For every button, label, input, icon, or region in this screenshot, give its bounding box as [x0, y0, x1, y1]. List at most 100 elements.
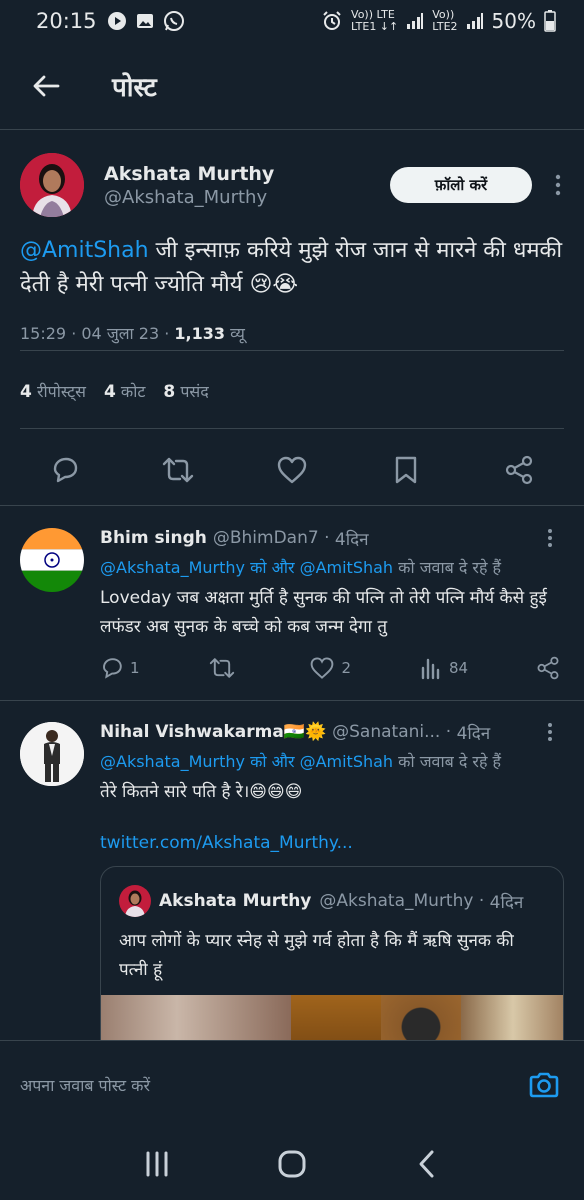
back-arrow-icon: [33, 75, 60, 96]
replying-to: @Akshata_Murthy को और @AmitShah को जवाब …: [100, 750, 560, 772]
reply-author-name[interactable]: Bhim singh: [100, 528, 207, 548]
page-title: पोस्ट: [112, 72, 157, 103]
quotes-label: कोट: [120, 382, 146, 401]
quote-avatar: [119, 885, 151, 917]
heart-icon: [277, 456, 307, 484]
external-link[interactable]: twitter.com/Akshata_Murthy...: [100, 829, 560, 858]
reply-author-handle[interactable]: @BhimDan7: [213, 528, 319, 548]
more-options-button[interactable]: [544, 167, 572, 203]
replying-to-suffix: को जवाब दे रहे हैं: [398, 752, 502, 771]
quote-text: आप लोगों के प्यार स्नेह से मुझे गर्व होत…: [119, 931, 514, 980]
post-date: 04 जुला 23: [81, 324, 160, 343]
author-handle[interactable]: @Akshata_Murthy: [104, 187, 274, 208]
repost-button[interactable]: [156, 448, 200, 492]
status-bar: 20:15 Vo)) LTE LTE1 ↓↑ Vo)) LTE2 50%: [0, 0, 584, 42]
reply-input[interactable]: अपना जवाब पोस्ट करें: [20, 1074, 150, 1096]
reply-count: 1: [130, 659, 140, 677]
main-post: Akshata Murthy @Akshata_Murthy फ़ॉलो करे…: [0, 130, 584, 344]
sim2-indicator: Vo)) LTE2: [432, 9, 457, 33]
share-icon: [506, 455, 533, 485]
camera-icon: [529, 1072, 559, 1097]
more-vertical-icon: [548, 529, 552, 547]
views-count: 84: [448, 659, 469, 677]
reply-age: 4दिन: [334, 529, 369, 550]
share-button[interactable]: [536, 656, 560, 680]
reply-icon: [53, 457, 77, 483]
recent-apps-button[interactable]: [132, 1139, 182, 1189]
bookmark-button[interactable]: [384, 448, 428, 492]
reply-button[interactable]: 1: [100, 656, 140, 680]
sim2-bottom: LTE2: [432, 20, 458, 33]
reply-composer[interactable]: अपना जवाब पोस्ट करें: [0, 1040, 584, 1128]
heart-icon: [311, 657, 334, 679]
replying-to: @Akshata_Murthy को और @AmitShah को जवाब …: [100, 556, 560, 578]
likes-stat[interactable]: 8 पसंद: [163, 380, 208, 402]
reply-item[interactable]: Bhim singh @BhimDan7 · 4दिन @Akshata_Mur…: [0, 524, 584, 680]
back-button[interactable]: [16, 56, 76, 116]
more-options-button[interactable]: [540, 722, 560, 742]
signal-icon: [466, 12, 484, 30]
reposts-stat[interactable]: 4 रीपोस्ट्स: [20, 380, 86, 402]
views-count: 1,133: [174, 324, 226, 343]
quote-author-name: Akshata Murthy: [159, 891, 312, 911]
top-header: पोस्ट: [0, 42, 584, 130]
home-button[interactable]: [267, 1139, 317, 1189]
views-button[interactable]: 84: [419, 656, 468, 680]
reply-item[interactable]: Nihal Vishwakarma🇮🇳🌞 @Sanatani... · 4दिन…: [0, 718, 584, 858]
like-button[interactable]: [270, 448, 314, 492]
quoted-post[interactable]: Akshata Murthy @Akshata_Murthy · 4दिन आप…: [100, 866, 564, 1066]
chevron-left-icon: [419, 1150, 434, 1178]
quotes-count: 4: [103, 382, 116, 402]
repost-icon: [163, 457, 194, 483]
share-icon: [537, 656, 559, 680]
post-actions: [0, 440, 584, 500]
reply-button[interactable]: [43, 448, 87, 492]
quote-author-handle: @Akshata_Murthy: [319, 891, 474, 911]
whatsapp-icon: [163, 10, 185, 32]
play-icon: [107, 11, 127, 31]
sim1-indicator: Vo)) LTE LTE1 ↓↑: [351, 9, 398, 33]
reply-avatar[interactable]: [20, 722, 84, 786]
post-text: @AmitShah जी इन्साफ़ करिये मुझे रोज जान …: [20, 234, 564, 302]
author-avatar[interactable]: [20, 153, 84, 217]
reply-author-name[interactable]: Nihal Vishwakarma🇮🇳🌞: [100, 722, 326, 742]
divider: [0, 700, 584, 701]
repost-button[interactable]: [208, 656, 242, 680]
author-name[interactable]: Akshata Murthy: [104, 163, 274, 185]
reply-text: तेरे कितने सारे पति है रे।😄😄😄: [100, 782, 303, 802]
gallery-icon: [135, 11, 155, 31]
quote-age: 4दिन: [489, 892, 524, 913]
likes-label: पसंद: [180, 382, 209, 401]
battery-icon: [544, 10, 556, 32]
more-options-button[interactable]: [540, 528, 560, 548]
reply-text: Loveday जब अक्षता मुर्ति है सुनक की पत्न…: [100, 588, 547, 637]
sim1-bottom: LTE1 ↓↑: [351, 20, 399, 33]
replying-to-mentions[interactable]: @Akshata_Murthy को और @AmitShah: [100, 752, 393, 771]
views-label: व्यू: [230, 324, 245, 343]
like-button[interactable]: 2: [309, 656, 351, 680]
reply-avatar[interactable]: [20, 528, 84, 592]
follow-button[interactable]: फ़ॉलो करें: [390, 167, 532, 203]
quotes-stat[interactable]: 4 कोट: [104, 380, 145, 402]
camera-button[interactable]: [524, 1065, 564, 1105]
bookmark-icon: [395, 456, 416, 484]
reply-icon: [103, 658, 122, 679]
mention-link[interactable]: @AmitShah: [20, 238, 149, 263]
reposts-label: रीपोस्ट्स: [36, 382, 86, 401]
more-vertical-icon: [555, 174, 561, 196]
divider: [20, 350, 564, 351]
replying-to-mentions[interactable]: @Akshata_Murthy को और @AmitShah: [100, 558, 393, 577]
recent-apps-icon: [146, 1151, 168, 1177]
replying-to-suffix: को जवाब दे रहे हैं: [398, 558, 502, 577]
post-stats: 4 रीपोस्ट्स 4 कोट 8 पसंद: [20, 380, 209, 402]
signal-icon: [406, 12, 424, 30]
post-time: 15:29: [20, 324, 67, 343]
like-count: 2: [341, 659, 351, 677]
home-icon: [278, 1150, 306, 1178]
share-button[interactable]: [497, 448, 541, 492]
more-vertical-icon: [548, 723, 552, 741]
reply-author-handle[interactable]: @Sanatani...: [332, 722, 440, 742]
divider: [20, 428, 564, 429]
system-back-button[interactable]: [402, 1139, 452, 1189]
divider: [0, 505, 584, 506]
